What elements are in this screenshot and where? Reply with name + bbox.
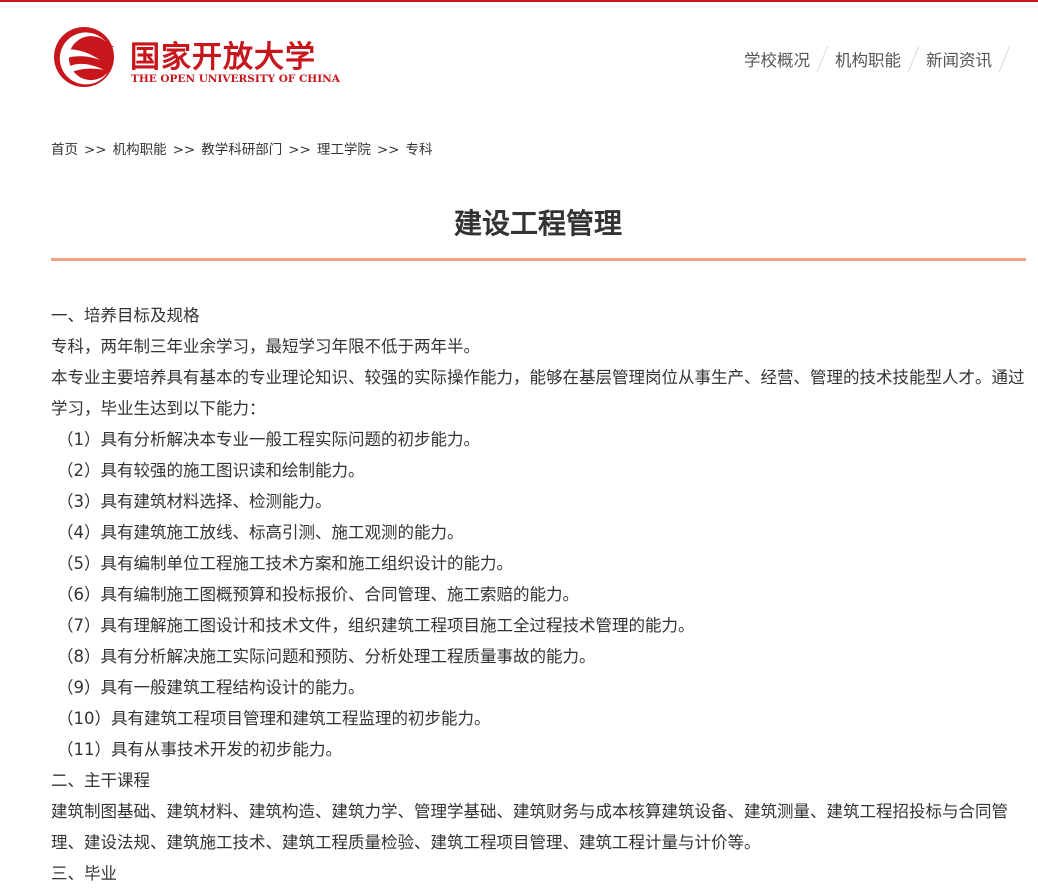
university-emblem-icon bbox=[54, 27, 114, 87]
ability-item: （2）具有较强的施工图识读和绘制能力。 bbox=[57, 461, 365, 480]
ability-item: （10）具有建筑工程项目管理和建筑工程监理的初步能力。 bbox=[57, 709, 491, 728]
section-heading-core-courses: 二、主干课程 bbox=[51, 771, 150, 790]
breadcrumb-separator: >> bbox=[172, 142, 196, 158]
breadcrumb-separator: >> bbox=[288, 142, 311, 158]
breadcrumb-link-departments[interactable]: 机构职能 bbox=[113, 142, 167, 158]
brand-name-cn: 国家开放大学 bbox=[130, 40, 316, 75]
site-header: 国家开放大学 THE OPEN UNIVERSITY OF CHINA 学校概况… bbox=[0, 2, 1038, 107]
ability-item: （1）具有分析解决本专业一般工程实际问题的初步能力。 bbox=[57, 430, 480, 449]
core-courses-text: 建筑制图基础、建筑材料、建筑构造、建筑力学、管理学基础、建筑财务与成本核算建筑设… bbox=[51, 802, 1008, 852]
ability-item: （11）具有从事技术开发的初步能力。 bbox=[57, 740, 342, 759]
breadcrumb-link-associate-degree[interactable]: 专科 bbox=[406, 142, 433, 158]
breadcrumb: 首页 >> 机构职能 >> 教学科研部门 >> 理工学院 >> 专科 bbox=[51, 138, 433, 158]
site-logo[interactable]: 国家开放大学 THE OPEN UNIVERSITY OF CHINA bbox=[50, 22, 340, 92]
page-title: 建设工程管理 bbox=[453, 207, 622, 240]
breadcrumb-separator: >> bbox=[376, 142, 400, 158]
program-goal-text: 本专业主要培养具有基本的专业理论知识、较强的实际操作能力，能够在基层管理岗位从事… bbox=[51, 368, 1025, 418]
section-heading-graduation: 三、毕业 bbox=[51, 864, 117, 883]
nav-item-label: 新闻资讯 bbox=[926, 51, 992, 70]
ability-item: （3）具有建筑材料选择、检测能力。 bbox=[57, 492, 332, 511]
breadcrumb-separator: >> bbox=[84, 142, 107, 158]
ability-item: （4）具有建筑施工放线、标高引测、施工观测的能力。 bbox=[57, 523, 464, 542]
breadcrumb-link-teaching-research[interactable]: 教学科研部门 bbox=[201, 142, 282, 158]
ability-item: （5）具有编制单位工程施工技术方案和施工组织设计的能力。 bbox=[57, 554, 513, 573]
ability-item: （8）具有分析解决施工实际问题和预防、分析处理工程质量事故的能力。 bbox=[57, 647, 596, 666]
nav-item-overview[interactable]: 学校概况 bbox=[732, 44, 829, 74]
ability-item: （6）具有编制施工图概预算和投标报价、合同管理、施工索赔的能力。 bbox=[57, 585, 579, 604]
breadcrumb-link-home[interactable]: 首页 bbox=[51, 142, 78, 158]
ability-item: （9）具有一般建筑工程结构设计的能力。 bbox=[57, 678, 365, 697]
breadcrumb-link-engineering-college[interactable]: 理工学院 bbox=[317, 142, 371, 158]
nav-item-news[interactable]: 新闻资讯 bbox=[914, 44, 1011, 74]
nav-item-label: 机构职能 bbox=[835, 51, 901, 70]
main-nav: 学校概况 机构职能 新闻资讯 bbox=[732, 44, 1011, 74]
article-body: 一、培养目标及规格 专科，两年制三年业余学习，最短学习年限不低于两年半。 本专业… bbox=[51, 300, 1028, 889]
ability-item: （7）具有理解施工图设计和技术文件，组织建筑工程项目施工全过程技术管理的能力。 bbox=[57, 616, 695, 635]
nav-item-label: 学校概况 bbox=[744, 51, 810, 70]
program-duration-text: 专科，两年制三年业余学习，最短学习年限不低于两年半。 bbox=[51, 337, 480, 356]
title-divider bbox=[51, 258, 1026, 261]
brand-name-en: THE OPEN UNIVERSITY OF CHINA bbox=[131, 73, 340, 85]
section-heading-objectives: 一、培养目标及规格 bbox=[51, 306, 200, 325]
nav-item-departments[interactable]: 机构职能 bbox=[823, 44, 920, 74]
